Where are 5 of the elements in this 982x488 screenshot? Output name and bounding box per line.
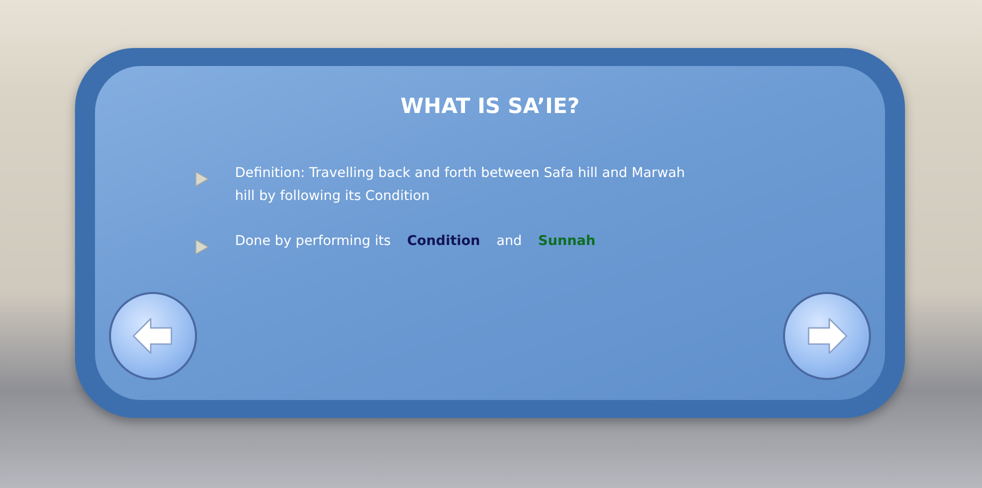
bullet-triangle-icon [195,238,209,256]
bullet-text: Done by performing its Condition and Sunnah [235,232,596,251]
dialog-title: WHAT IS SA’IE? [399,94,580,118]
bullet-text: Definition: Travelling back and forth between Safa hill and Marwah hill by following its Condition [235,164,686,206]
bullet-triangle-icon [195,170,209,188]
